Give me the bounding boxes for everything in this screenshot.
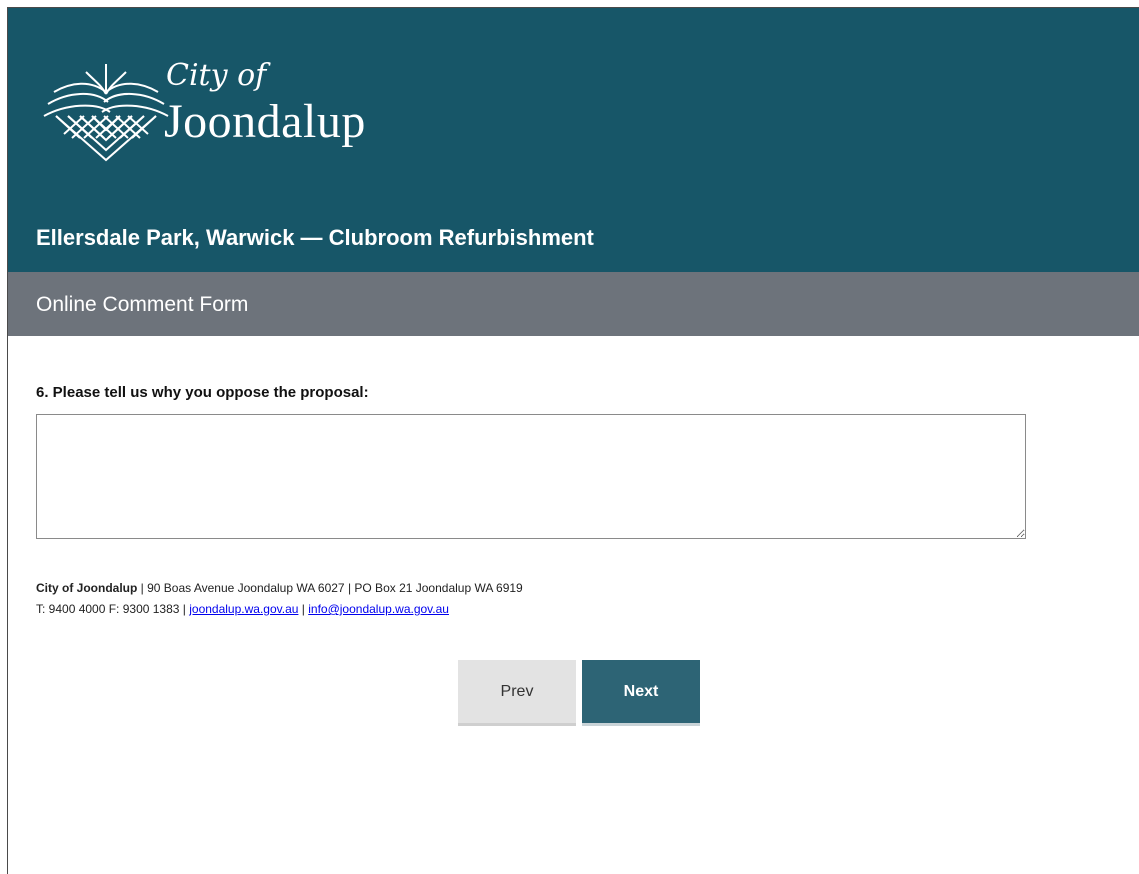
footer-org-name: City of Joondalup	[36, 581, 138, 595]
footer-separator: |	[298, 602, 309, 616]
footer-phone: T: 9400 4000 F: 9300 1383 |	[36, 602, 190, 616]
footer-line-1: City of Joondalup | 90 Boas Avenue Joond…	[36, 578, 523, 599]
footer-address: | 90 Boas Avenue Joondalup WA 6027 | PO …	[137, 581, 523, 595]
website-link[interactable]: joondalup.wa.gov.au	[189, 602, 298, 616]
question-label: 6. Please tell us why you oppose the pro…	[36, 384, 369, 401]
footer-line-2: T: 9400 4000 F: 9300 1383 | joondalup.wa…	[36, 599, 523, 620]
email-link[interactable]: info@joondalup.wa.gov.au	[308, 602, 449, 616]
contact-footer: City of Joondalup | 90 Boas Avenue Joond…	[36, 578, 523, 620]
next-button[interactable]: Next	[582, 660, 700, 726]
prev-button[interactable]: Prev	[458, 660, 576, 726]
oppose-reason-textarea[interactable]	[36, 414, 1026, 539]
